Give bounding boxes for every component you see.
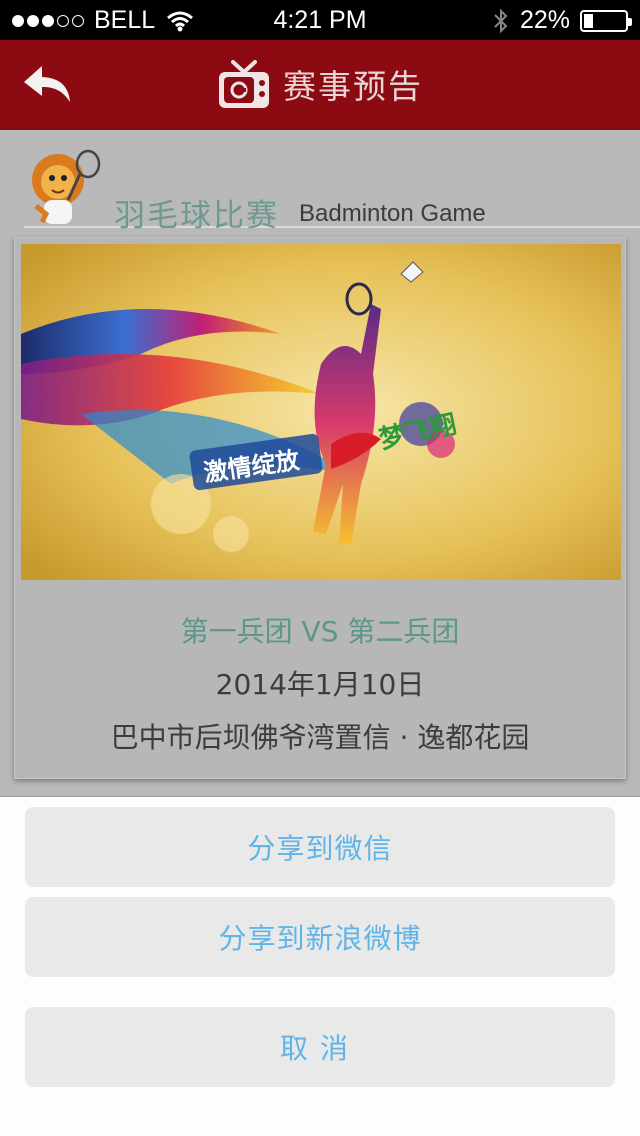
cancel-button[interactable]: 取消: [25, 1007, 615, 1087]
event-banner-image: 激情绽放 梦飞翔: [21, 244, 621, 580]
event-card[interactable]: 激情绽放 梦飞翔 第一兵团 VS 第二兵团 2014年1月10日 巴中市后坝佛爷…: [14, 237, 626, 779]
battery-icon: [580, 9, 632, 32]
section-title-en: Badminton Game: [299, 200, 486, 227]
status-bar: BELL 4:21 PM 22%: [0, 0, 640, 40]
match-teams: 第一兵团 VS 第二兵团: [180, 615, 460, 648]
share-wechat-button[interactable]: 分享到微信: [25, 807, 615, 887]
match-location: 巴中市后坝佛爷湾置信 · 逸都花园: [110, 721, 530, 754]
bluetooth-icon: [494, 8, 508, 33]
lion-mascot-icon: [32, 149, 101, 224]
share-weibo-button[interactable]: 分享到新浪微博: [25, 897, 615, 977]
share-action-sheet: 分享到微信 分享到新浪微博 取消: [0, 796, 640, 1136]
tv-icon: [219, 60, 269, 108]
nav-bar: 赛事预告: [0, 40, 640, 130]
battery-level: [584, 13, 593, 28]
section-title-cn: 羽毛球比赛: [114, 198, 279, 234]
match-date: 2014年1月10日: [215, 668, 425, 701]
main-content: 羽毛球比赛 Badminton Game 激情绽放 梦飞翔 第一兵团 VS 第二…: [0, 130, 640, 796]
battery-percent: 22%: [519, 6, 570, 34]
page-title: 赛事预告: [283, 67, 423, 106]
